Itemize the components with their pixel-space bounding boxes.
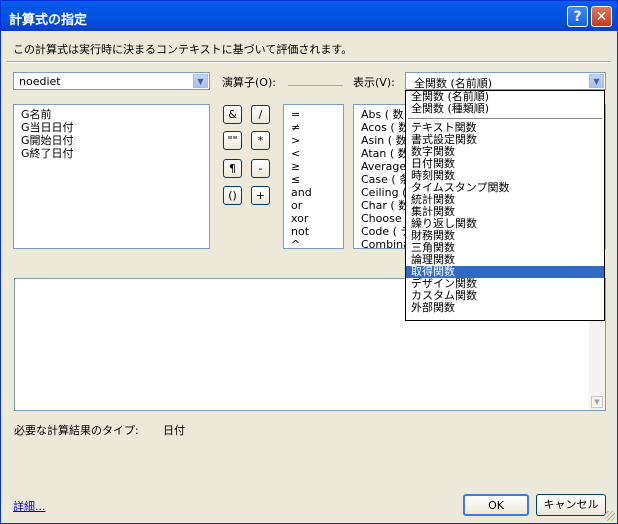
list-item[interactable]: >: [284, 134, 343, 147]
list-item[interactable]: G開始日付: [14, 134, 209, 147]
operators-label: 演算子(O):: [222, 76, 276, 89]
help-button[interactable]: ?: [567, 6, 588, 27]
operator-list[interactable]: = ≠ > < ≥ ≤ and or xor not ^: [283, 104, 344, 249]
separator: [7, 61, 611, 63]
operator-button-minus[interactable]: -: [251, 159, 270, 178]
list-item[interactable]: G当日日付: [14, 121, 209, 134]
result-type-label: 必要な計算結果のタイプ:: [14, 424, 139, 437]
chevron-down-icon[interactable]: ▼: [589, 74, 604, 88]
list-item[interactable]: and: [284, 186, 343, 199]
window-title: 計算式の指定: [9, 13, 88, 28]
result-type-value: 日付: [163, 424, 185, 437]
context-combo[interactable]: noediet ▼: [13, 72, 210, 90]
menu-item[interactable]: 全関数 (種類順): [406, 103, 604, 115]
menu-item[interactable]: 外部関数: [406, 302, 604, 314]
scroll-down-icon[interactable]: ▼: [591, 396, 603, 408]
display-dropdown-menu[interactable]: 全関数 (名前順) 全関数 (種類順) テキスト関数 書式設定関数 数字関数 日…: [405, 90, 605, 321]
operator-button-quotes[interactable]: "": [223, 131, 242, 150]
operators-rule: [288, 85, 343, 86]
title-bar: 計算式の指定 ? ✕: [1, 1, 617, 31]
operator-button-divide[interactable]: /: [251, 105, 270, 124]
list-item[interactable]: not: [284, 225, 343, 238]
list-item[interactable]: xor: [284, 212, 343, 225]
resize-grip[interactable]: [605, 511, 615, 521]
operator-button-multiply[interactable]: *: [251, 131, 270, 150]
dialog-window: 計算式の指定 ? ✕ この計算式は実行時に決まるコンテキストに基づいて評価されま…: [0, 0, 618, 524]
list-item[interactable]: G終了日付: [14, 147, 209, 160]
menu-divider: [408, 118, 602, 119]
list-item[interactable]: <: [284, 147, 343, 160]
operator-button-pilcrow[interactable]: ¶: [223, 159, 242, 178]
display-combo-value: 全関数 (名前順): [414, 77, 493, 90]
display-label: 表示(V):: [353, 76, 395, 89]
context-combo-value: noediet: [19, 75, 61, 88]
close-button[interactable]: ✕: [591, 6, 612, 27]
list-item[interactable]: G名前: [14, 108, 209, 121]
operator-button-parens[interactable]: (): [223, 186, 242, 205]
list-item[interactable]: ≠: [284, 121, 343, 134]
details-link[interactable]: 詳細...: [13, 498, 46, 514]
list-item[interactable]: ^: [284, 238, 343, 248]
list-item[interactable]: =: [284, 108, 343, 121]
ok-button[interactable]: OK: [463, 494, 529, 516]
operator-button-plus[interactable]: +: [251, 186, 270, 205]
field-list[interactable]: G名前 G当日日付 G開始日付 G終了日付: [13, 104, 210, 249]
display-combo[interactable]: 全関数 (名前順) ▼: [405, 72, 606, 90]
list-item[interactable]: or: [284, 199, 343, 212]
cancel-button[interactable]: キャンセル: [536, 494, 606, 516]
chevron-down-icon[interactable]: ▼: [193, 74, 208, 88]
list-item[interactable]: ≥: [284, 160, 343, 173]
description-text: この計算式は実行時に決まるコンテキストに基づいて評価されます。: [13, 43, 353, 56]
list-item[interactable]: ≤: [284, 173, 343, 186]
operator-button-ampersand[interactable]: &: [223, 105, 242, 124]
